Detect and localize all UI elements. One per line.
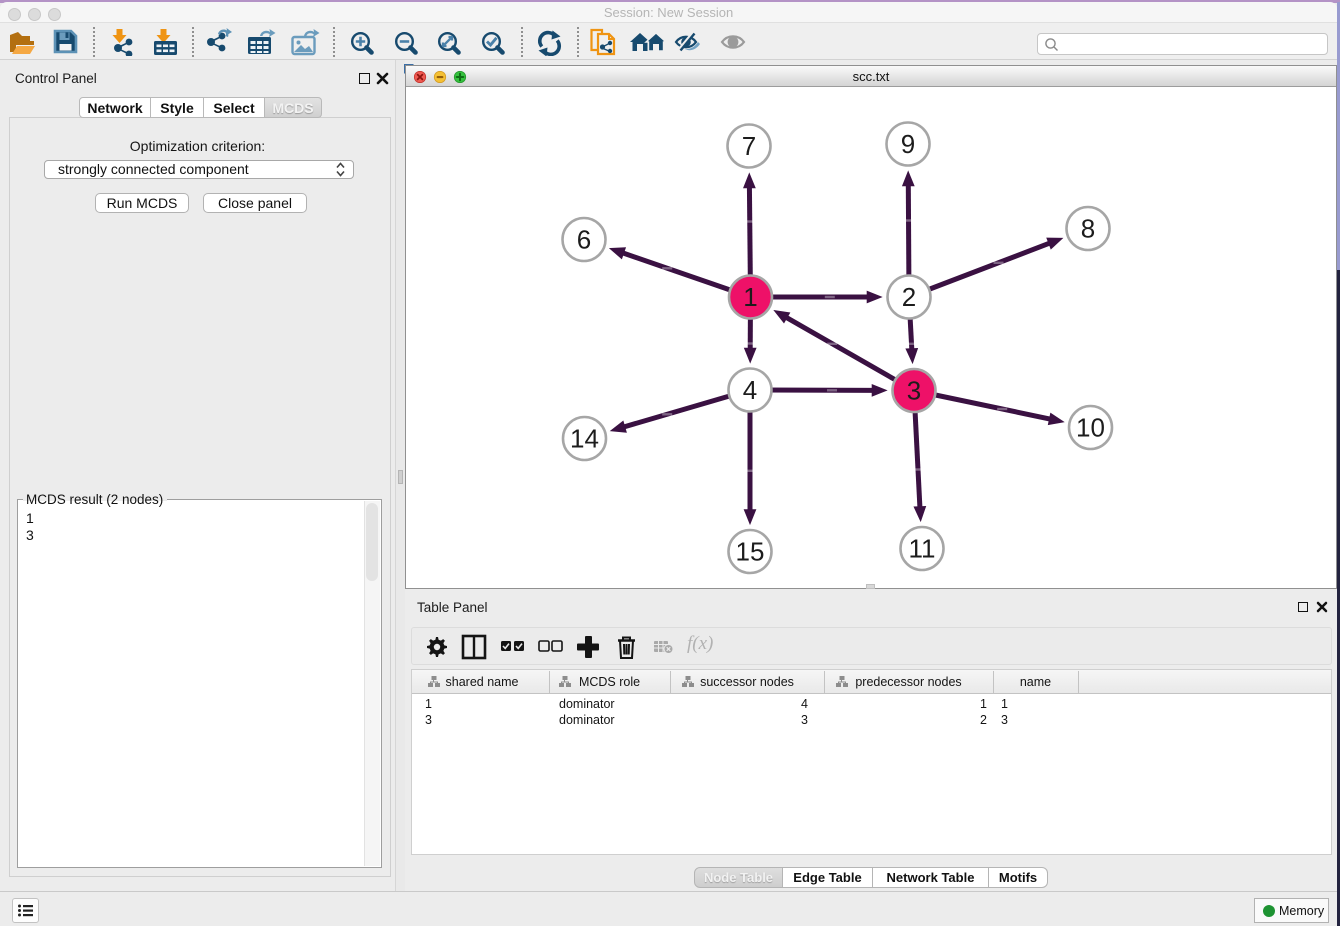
svg-text:9: 9: [901, 129, 915, 159]
svg-text:6: 6: [577, 225, 591, 255]
svg-text:3: 3: [907, 376, 921, 406]
svg-text:15: 15: [736, 537, 765, 567]
svg-text:4: 4: [743, 375, 757, 405]
svg-text:8: 8: [1081, 214, 1095, 244]
svg-text:7: 7: [742, 131, 756, 161]
svg-text:11: 11: [909, 534, 936, 564]
svg-text:10: 10: [1076, 413, 1105, 443]
svg-text:1: 1: [743, 282, 757, 312]
svg-text:14: 14: [570, 424, 599, 454]
svg-text:2: 2: [902, 282, 916, 312]
